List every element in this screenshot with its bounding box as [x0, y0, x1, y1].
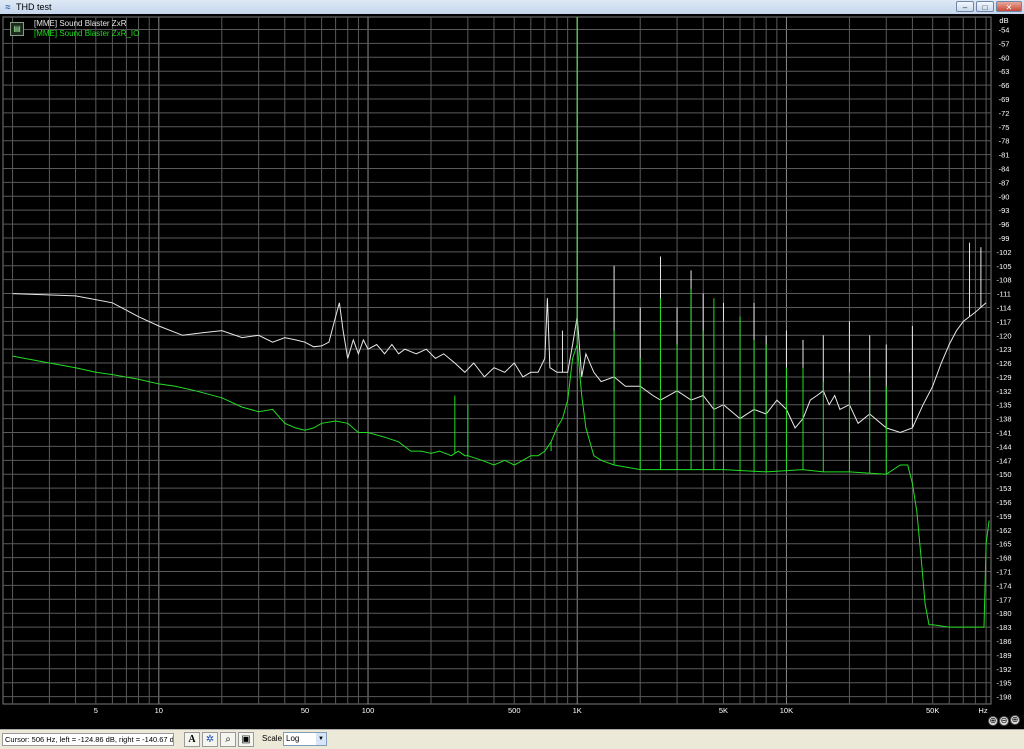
scale-select[interactable]: Log ▼: [283, 732, 327, 746]
scale-label: Scale: [262, 734, 283, 743]
x-tick-label: 100: [362, 706, 375, 715]
y-tick-label: -60: [999, 53, 1010, 62]
y-tick-label: -138: [996, 415, 1011, 424]
y-tick-label: -117: [997, 317, 1011, 326]
color-settings-icon[interactable]: ✲: [202, 732, 218, 747]
y-tick-label: -198: [996, 693, 1011, 702]
y-tick-label: -114: [997, 303, 1011, 312]
y-tick-label: -108: [996, 276, 1011, 285]
x-tick-label: 1K: [573, 706, 582, 715]
y-tick-label: -162: [996, 526, 1011, 535]
y-tick-label: -81: [999, 151, 1010, 160]
y-tick-label: -165: [996, 540, 1011, 549]
y-tick-label: -105: [996, 262, 1011, 271]
y-tick-label: -186: [996, 637, 1011, 646]
y-tick-label: -96: [999, 220, 1010, 229]
status-bar: Cursor: 506 Hz, left = -124.86 dB, right…: [0, 729, 1024, 749]
y-tick-label: -69: [999, 95, 1010, 104]
legend-entry-right: [MME] Sound Blaster ZxR_IO: [34, 29, 140, 38]
y-tick-label: -66: [999, 81, 1010, 90]
y-tick-label: -192: [996, 665, 1011, 674]
y-tick-label: -147: [996, 456, 1011, 465]
y-tick-label: -153: [996, 484, 1011, 493]
y-tick-label: -102: [996, 248, 1011, 257]
y-tick-label: -174: [996, 581, 1011, 590]
font-icon[interactable]: A: [184, 732, 200, 747]
y-tick-label: -159: [996, 512, 1011, 521]
y-tick-label: -54: [999, 26, 1010, 35]
y-tick-label: -111: [997, 290, 1011, 299]
y-tick-label: -123: [996, 345, 1011, 354]
y-tick-label: -132: [996, 387, 1011, 396]
plot-background: [0, 14, 1024, 729]
y-tick-label: -195: [996, 679, 1011, 688]
x-tick-label: 10: [155, 706, 163, 715]
traces-icon[interactable]: ▤: [10, 22, 24, 36]
maximize-button[interactable]: □: [976, 1, 994, 12]
zoom-in-x-icon[interactable]: ⊕: [988, 716, 998, 726]
y-tick-label: -63: [999, 67, 1010, 76]
y-tick-label: -87: [999, 178, 1010, 187]
legend-entry-left: [MME] Sound Blaster ZxR: [34, 19, 127, 28]
x-tick-label: 500: [508, 706, 521, 715]
y-tick-label: -189: [996, 651, 1011, 660]
zoom-in-y-icon[interactable]: ⊕: [1010, 715, 1020, 725]
y-tick-label: -57: [999, 39, 1010, 48]
save-icon[interactable]: ▣: [238, 732, 254, 747]
y-tick-label: -84: [999, 164, 1010, 173]
y-tick-label: -93: [999, 206, 1010, 215]
y-tick-label: -99: [999, 234, 1010, 243]
y-axis-unit-label: dB: [999, 16, 1008, 25]
y-tick-label: -171: [996, 568, 1011, 577]
y-tick-label: -90: [999, 192, 1010, 201]
x-tick-label: 50K: [926, 706, 939, 715]
y-tick-label: -177: [996, 595, 1011, 604]
chevron-down-icon: ▼: [316, 733, 326, 745]
minimize-button[interactable]: –: [956, 1, 974, 12]
y-tick-label: -156: [996, 498, 1011, 507]
zoom-icon[interactable]: ⌕: [220, 732, 236, 747]
y-tick-label: -150: [996, 470, 1011, 479]
y-tick-label: -120: [996, 331, 1011, 340]
y-tick-label: -72: [999, 109, 1010, 118]
analyzer-icon: ≈: [5, 2, 11, 12]
y-tick-label: -183: [996, 623, 1011, 632]
window-title: THD test: [16, 2, 52, 12]
y-tick-label: -168: [996, 554, 1011, 563]
close-button[interactable]: ✕: [996, 1, 1022, 12]
scale-value: Log: [286, 734, 300, 743]
cursor-readout: Cursor: 506 Hz, left = -124.86 dB, right…: [2, 733, 174, 746]
y-tick-label: -75: [999, 123, 1010, 132]
x-axis-unit-label: Hz: [978, 706, 987, 715]
y-tick-label: -135: [996, 401, 1011, 410]
x-tick-label: 5: [94, 706, 98, 715]
y-tick-label: -126: [996, 359, 1011, 368]
y-tick-label: -141: [996, 429, 1011, 438]
zoom-out-x-icon[interactable]: ⊖: [999, 716, 1009, 726]
y-tick-label: -129: [996, 373, 1011, 382]
title-bar: ≈ THD test – □ ✕: [0, 0, 1024, 15]
x-tick-label: 10K: [780, 706, 793, 715]
x-tick-label: 5K: [719, 706, 728, 715]
x-tick-label: 50: [301, 706, 309, 715]
y-tick-label: -78: [999, 137, 1010, 146]
y-tick-label: -144: [996, 442, 1011, 451]
y-tick-label: -180: [996, 609, 1011, 618]
spectrum-plot[interactable]: -54 -57 -60 -63 -66 -69 -72 -75 -78 -81 -84 -87 -90 -…: [0, 14, 1024, 729]
